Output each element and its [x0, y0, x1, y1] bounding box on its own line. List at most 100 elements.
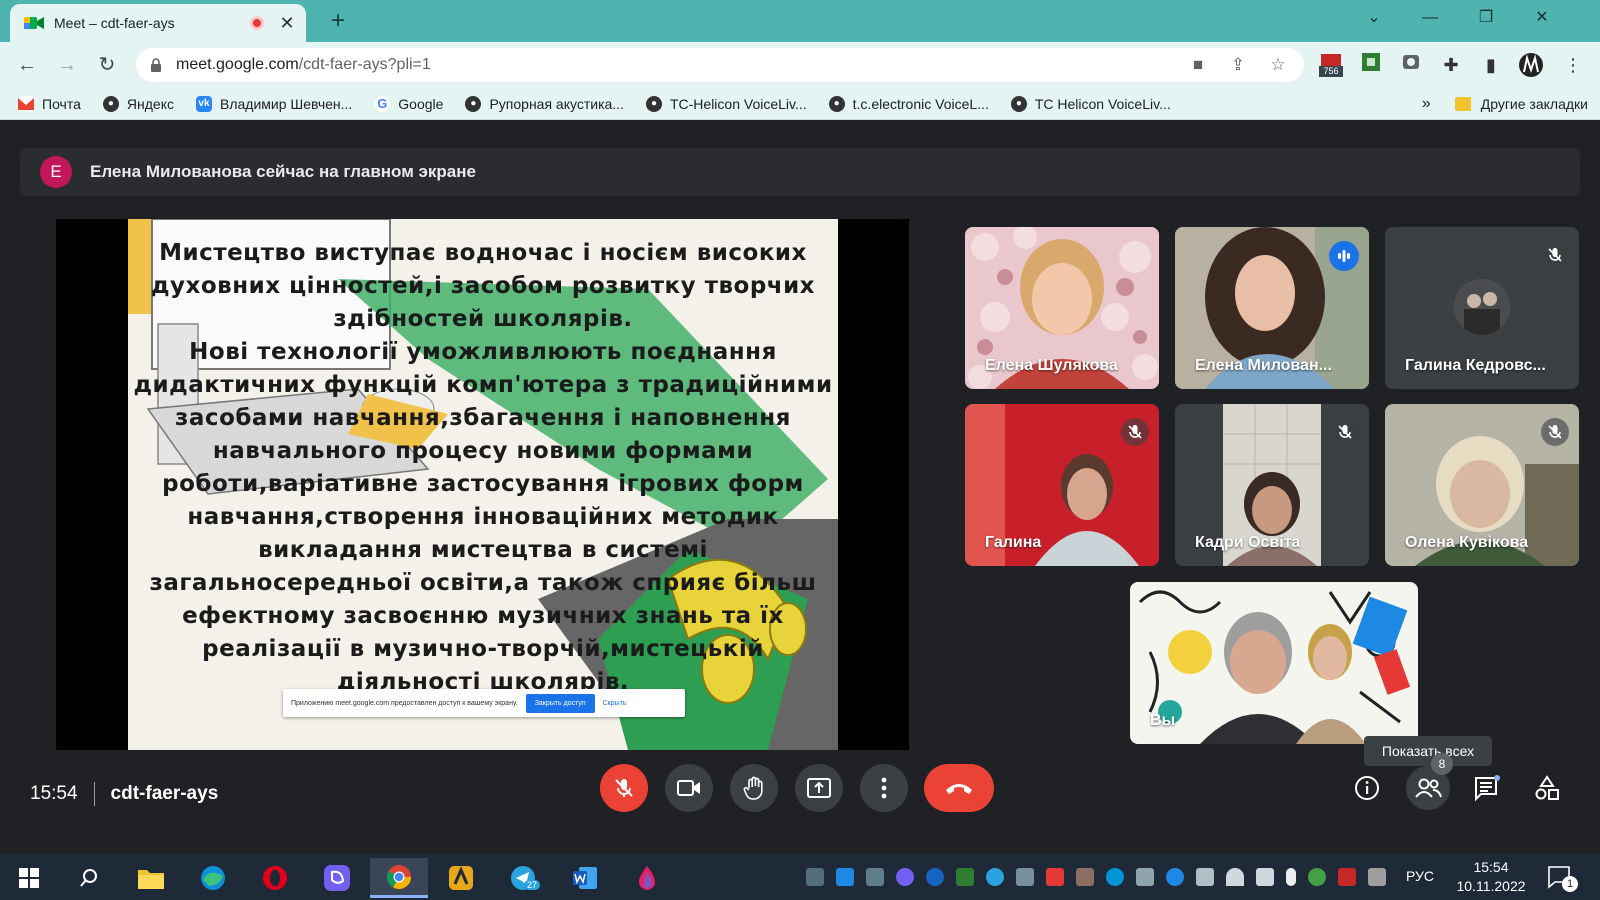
participant-tile[interactable]: Елена Милован...	[1175, 227, 1369, 389]
telegram-icon[interactable]: 27	[494, 858, 552, 898]
file-explorer-icon[interactable]	[122, 858, 180, 898]
activities-button[interactable]	[1527, 768, 1567, 808]
bookmark-item[interactable]: ● TC-Helicon VoiceLiv...	[645, 95, 807, 112]
hang-up-icon	[946, 784, 972, 794]
shared-screen[interactable]: Мистецтво виступає водночас і носієм вис…	[56, 219, 909, 750]
microphone-toggle-button[interactable]	[600, 764, 648, 812]
notifications-icon[interactable]: 1	[1546, 864, 1580, 892]
word-icon[interactable]	[556, 858, 614, 898]
new-tab-button[interactable]: +	[326, 8, 350, 34]
tray-anydesk-icon[interactable]	[1046, 868, 1064, 886]
meeting-details-button[interactable]	[1347, 768, 1387, 808]
stop-sharing-button[interactable]: Закрыть доступ	[525, 693, 595, 713]
camera-in-use-icon[interactable]: ■	[1188, 56, 1208, 74]
windows-start-icon[interactable]	[0, 858, 58, 898]
browser-menu-icon[interactable]: ⋮	[1560, 52, 1586, 78]
info-divider	[93, 782, 95, 806]
participant-tile[interactable]: Галина Кедровс...	[1385, 227, 1579, 389]
screen-capture-extension-icon[interactable]	[1398, 52, 1424, 78]
more-options-button[interactable]	[860, 764, 908, 812]
participant-tile[interactable]: Олена Кувікова	[1385, 404, 1579, 566]
restore-icon[interactable]: ❐	[1458, 0, 1514, 36]
tray-hp-icon[interactable]	[1106, 868, 1124, 886]
participant-avatar	[1454, 279, 1510, 335]
tray-edge-icon[interactable]	[926, 868, 944, 886]
tray-bluetooth-icon[interactable]	[1166, 868, 1184, 886]
tray-display-icon[interactable]	[1016, 868, 1034, 886]
present-screen-button[interactable]	[795, 764, 843, 812]
minimize-icon[interactable]: —	[1402, 0, 1458, 36]
bookmark-item[interactable]: G Google	[374, 95, 443, 112]
tab-close-icon[interactable]: ✕	[278, 13, 296, 34]
reload-icon[interactable]: ↻	[94, 52, 120, 78]
color-app-icon[interactable]	[618, 858, 676, 898]
bookmark-item[interactable]: ● Яндекс	[102, 95, 174, 112]
tray-battery-icon[interactable]	[1196, 868, 1214, 886]
tray-telegram-icon[interactable]	[986, 868, 1004, 886]
bookmark-item[interactable]: vk Владимир Шевчен...	[195, 95, 352, 112]
bookmarks-overflow-button[interactable]: »	[1422, 95, 1431, 113]
tray-usb-icon[interactable]	[1136, 868, 1154, 886]
participant-name: Галина Кедровс...	[1405, 357, 1546, 374]
tray-antivirus-icon[interactable]	[956, 868, 974, 886]
tray-volume-icon[interactable]	[1256, 868, 1274, 886]
leave-call-button[interactable]	[924, 764, 994, 812]
taskbar-clock[interactable]: 15:54 10.11.2022	[1456, 858, 1526, 896]
slide-text: Мистецтво виступає водночас і носієм вис…	[133, 240, 833, 695]
hide-banner-button[interactable]: Скрыть	[603, 700, 627, 707]
browser-tab-meet[interactable]: Meet – cdt-faer-ays ✕	[10, 4, 306, 42]
google-icon: G	[374, 95, 391, 112]
back-arrow-icon[interactable]: ←	[14, 52, 40, 78]
notification-count-badge: 1	[1562, 876, 1578, 892]
self-tile[interactable]: Вы	[1130, 582, 1418, 744]
chat-button[interactable]	[1467, 768, 1507, 808]
bookmark-item[interactable]: ● Рупорная акустика...	[465, 95, 624, 112]
address-bar[interactable]: meet.google.com/cdt-faer-ays?pli=1 ■ ⇪ ☆	[136, 48, 1304, 82]
pdf-extension-icon[interactable]: 756	[1318, 52, 1344, 78]
presenter-notice-text: Елена Милованова сейчас на главном экран…	[90, 162, 476, 181]
window-close-icon[interactable]: ✕	[1514, 0, 1570, 36]
other-bookmarks[interactable]: » Другие закладки	[1422, 88, 1588, 120]
bookmark-label: Почта	[42, 95, 81, 112]
tray-car-icon[interactable]	[866, 868, 884, 886]
bookmark-item[interactable]: Почта	[18, 95, 81, 112]
mic-off-icon	[1541, 241, 1569, 269]
bookmark-item[interactable]: ● TC Helicon VoiceLiv...	[1010, 95, 1171, 112]
participant-tile[interactable]: Галина	[965, 404, 1159, 566]
tray-green-app-icon[interactable]	[1308, 868, 1326, 886]
side-panel-icon[interactable]: ▮	[1478, 52, 1504, 78]
bookmark-label: Рупорная акустика...	[489, 95, 624, 112]
opera-browser-icon[interactable]	[246, 858, 304, 898]
tray-network-app-icon[interactable]	[836, 868, 854, 886]
tray-viber-icon[interactable]	[896, 868, 914, 886]
green-extension-icon[interactable]	[1358, 52, 1384, 78]
raise-hand-button[interactable]	[730, 764, 778, 812]
share-icon[interactable]: ⇪	[1228, 56, 1248, 74]
participant-tile[interactable]: Елена Шулякова	[965, 227, 1159, 389]
tray-wifi-icon[interactable]	[1226, 868, 1244, 886]
search-icon[interactable]	[60, 858, 118, 898]
tab-search-chevron-icon[interactable]: ⌄	[1346, 0, 1402, 36]
profile-avatar-icon[interactable]	[1518, 52, 1544, 78]
edge-browser-icon[interactable]	[184, 858, 242, 898]
bookmark-star-icon[interactable]: ☆	[1268, 56, 1288, 74]
chrome-browser-icon[interactable]	[370, 858, 428, 898]
winamp-icon[interactable]	[432, 858, 490, 898]
bookmark-label: Яндекс	[126, 95, 174, 112]
forward-arrow-icon[interactable]: →	[54, 52, 80, 78]
meeting-code: cdt-faer-ays	[110, 783, 219, 804]
tray-calendar-icon[interactable]	[806, 868, 824, 886]
camera-toggle-button[interactable]	[665, 764, 713, 812]
tray-security-icon[interactable]	[1338, 868, 1356, 886]
browser-tab-strip: Meet – cdt-faer-ays ✕ + ⌄ — ❐ ✕	[0, 0, 1600, 42]
chat-icon	[1475, 775, 1500, 801]
tray-app-icon[interactable]	[1076, 868, 1094, 886]
viber-icon[interactable]	[308, 858, 366, 898]
input-language[interactable]: РУС	[1406, 868, 1434, 884]
tray-tools-icon[interactable]	[1368, 868, 1386, 886]
tray-microphone-icon[interactable]	[1286, 868, 1296, 886]
other-bookmarks-label: Другие закладки	[1480, 96, 1588, 112]
bookmark-item[interactable]: ● t.c.electronic VoiceL...	[828, 95, 989, 112]
extensions-puzzle-icon[interactable]: ✚	[1438, 52, 1464, 78]
participant-tile[interactable]: Кадри Освіта	[1175, 404, 1369, 566]
